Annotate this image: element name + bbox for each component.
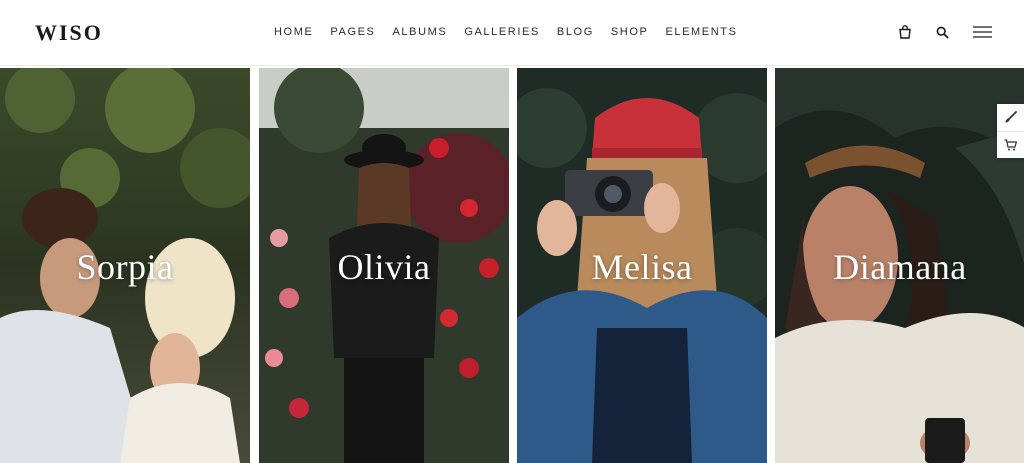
brush-icon[interactable]: [997, 104, 1024, 131]
nav-albums[interactable]: ALBUMS: [393, 26, 448, 38]
shopping-bag-icon[interactable]: [895, 22, 915, 42]
gallery-panel-olivia[interactable]: Olivia: [259, 68, 509, 463]
nav-blog[interactable]: BLOG: [557, 26, 594, 38]
gallery-panel-melisa[interactable]: Melisa: [517, 68, 767, 463]
panel-title: Olivia: [337, 247, 431, 287]
main-nav: HOME PAGES ALBUMS GALLERIES BLOG SHOP EL…: [274, 26, 755, 38]
nav-galleries[interactable]: GALLERIES: [464, 26, 540, 38]
site-header: WISO HOME PAGES ALBUMS GALLERIES BLOG SH…: [0, 0, 1024, 66]
search-icon[interactable]: [932, 22, 952, 42]
panel-title: Melisa: [591, 247, 693, 287]
nav-pages[interactable]: PAGES: [330, 26, 375, 38]
panel-title: Sorpia: [76, 247, 174, 287]
site-logo[interactable]: WISO: [35, 20, 103, 46]
nav-shop[interactable]: SHOP: [611, 26, 649, 38]
nav-elements[interactable]: ELEMENTS: [665, 26, 737, 38]
side-toolbar: [997, 104, 1024, 158]
cart-icon[interactable]: [997, 131, 1024, 158]
gallery-panel-diamana[interactable]: Diamana: [775, 68, 1024, 463]
nav-home[interactable]: HOME: [274, 26, 313, 38]
gallery-panel-sorpia[interactable]: Sorpia: [0, 68, 250, 463]
panel-title: Diamana: [833, 247, 967, 287]
hamburger-menu-icon[interactable]: [971, 22, 993, 42]
